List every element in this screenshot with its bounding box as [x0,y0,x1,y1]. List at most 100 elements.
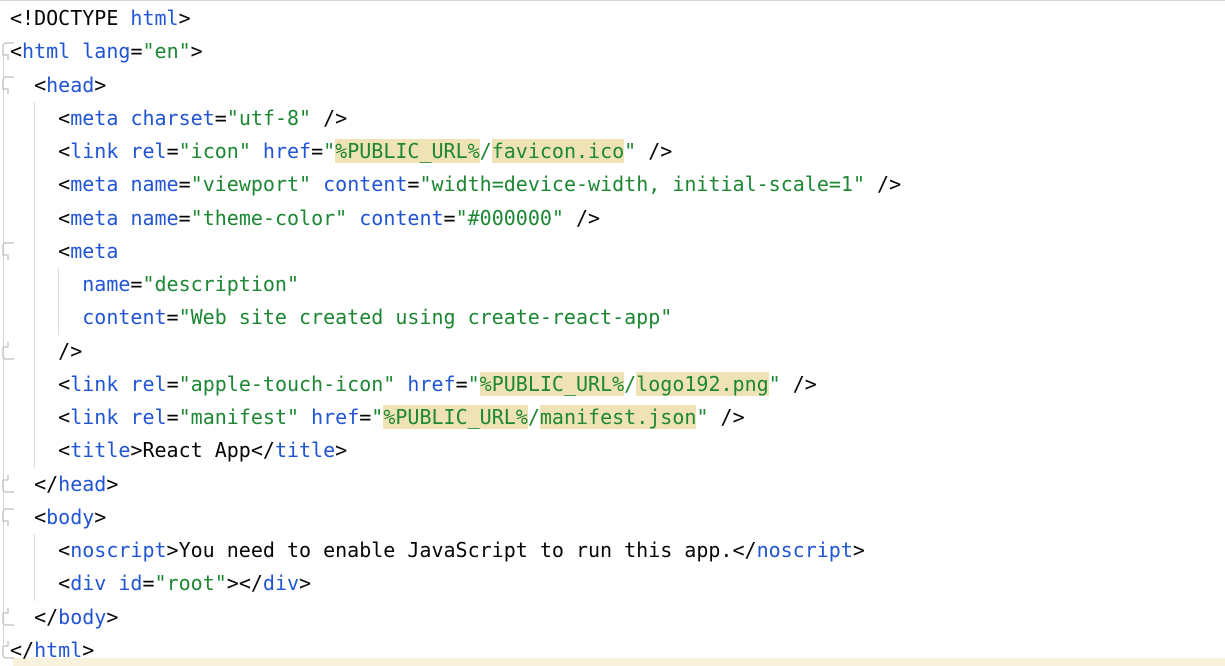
fold-collapse-handle[interactable] [0,506,15,528]
fold-end-handle[interactable] [0,639,15,661]
code-token: link [70,405,118,429]
code-token: < [10,538,70,562]
code-token: /> [564,206,600,230]
code-token: / [480,139,492,163]
code-token: content [323,172,407,196]
code-token: div [263,571,299,595]
code-token: < [10,405,70,429]
code-token: = [167,405,179,429]
code-token: head [58,472,106,496]
code-token: < [10,438,70,462]
code-line-8[interactable]: <meta [0,235,1225,268]
code-token: > [106,472,118,496]
code-token [106,571,118,595]
code-token [10,305,82,329]
code-line-20[interactable]: </html> [0,634,1225,666]
code-token [70,39,82,63]
code-token: /> [311,106,347,130]
code-line-6[interactable]: <meta name="viewport" content="width=dev… [0,168,1225,201]
code-token: rel [130,139,166,163]
code-token: title [70,438,130,462]
code-token: > [82,638,94,662]
code-token: meta [70,172,118,196]
code-line-11[interactable]: /> [0,335,1225,368]
code-token: noscript [70,538,166,562]
code-token: = [407,172,419,196]
code-token: > [179,6,191,30]
code-line-9[interactable]: name="description" [0,268,1225,301]
code-token: "en" [142,39,190,63]
code-token: = [167,372,179,396]
fold-collapse-handle[interactable] [0,40,15,62]
code-token: favicon.ico [492,139,624,163]
code-token [118,405,130,429]
code-token: " [769,372,781,396]
code-line-19[interactable]: </body> [0,601,1225,634]
code-line-14[interactable]: <title>React App</title> [0,434,1225,467]
code-token: title [275,438,335,462]
code-line-15[interactable]: </head> [0,468,1225,501]
fold-collapse-handle[interactable] [0,240,15,262]
code-token: = [130,272,142,296]
code-token: ></ [227,571,263,595]
code-line-10[interactable]: content="Web site created using create-r… [0,301,1225,334]
code-token: > [94,505,106,529]
code-token: = [142,571,154,595]
code-line-5[interactable]: <link rel="icon" href="%PUBLIC_URL%/favi… [0,135,1225,168]
fold-collapse-handle[interactable] [0,74,15,96]
code-token: < [10,139,70,163]
fold-end-handle[interactable] [0,340,15,362]
code-token: html [130,6,178,30]
code-token: " [371,405,383,429]
code-token: /> [636,139,672,163]
code-editor: <!DOCTYPE html><html lang="en"> <head> <… [0,0,1225,666]
code-token: "description" [142,272,299,296]
code-token [347,206,359,230]
code-token: = [130,39,142,63]
code-token: /> [865,172,901,196]
code-token: %PUBLIC_URL% [383,405,528,429]
code-token [118,139,130,163]
code-area[interactable]: <!DOCTYPE html><html lang="en"> <head> <… [0,2,1225,666]
code-token [299,405,311,429]
code-token: "Web site created using create-react-app… [179,305,673,329]
code-token: meta [70,239,118,263]
code-token: body [46,505,94,529]
code-token: < [10,106,70,130]
code-token: <!DOCTYPE [10,6,130,30]
code-token: "icon" [179,139,251,163]
code-line-12[interactable]: <link rel="apple-touch-icon" href="%PUBL… [0,368,1225,401]
code-token: > [335,438,347,462]
code-token: " [624,139,636,163]
code-token [10,272,82,296]
code-line-7[interactable]: <meta name="theme-color" content="#00000… [0,202,1225,235]
code-token: = [359,405,371,429]
code-token: rel [130,372,166,396]
code-token: = [167,139,179,163]
code-line-16[interactable]: <body> [0,501,1225,534]
code-token: html [34,638,82,662]
code-token: > [299,571,311,595]
code-token: "width=device-width, initial-scale=1" [419,172,865,196]
code-token: href [407,372,455,396]
code-line-3[interactable]: <head> [0,69,1225,102]
code-line-17[interactable]: <noscript>You need to enable JavaScript … [0,534,1225,567]
code-token: name [82,272,130,296]
fold-end-handle[interactable] [0,606,15,628]
code-line-2[interactable]: <html lang="en"> [0,35,1225,68]
code-line-13[interactable]: <link rel="manifest" href="%PUBLIC_URL%/… [0,401,1225,434]
code-token [395,372,407,396]
code-line-18[interactable]: <div id="root"></div> [0,567,1225,600]
code-token: = [456,372,468,396]
code-token: "manifest" [179,405,299,429]
code-token: </ [10,605,58,629]
code-line-4[interactable]: <meta charset="utf-8" /> [0,102,1225,135]
code-token: meta [70,106,118,130]
code-token: >You need to enable JavaScript to run th… [167,538,757,562]
code-token [118,106,130,130]
code-line-1[interactable]: <!DOCTYPE html> [0,2,1225,35]
code-token: head [46,73,94,97]
fold-end-handle[interactable] [0,473,15,495]
code-token: = [179,206,191,230]
code-token: lang [82,39,130,63]
